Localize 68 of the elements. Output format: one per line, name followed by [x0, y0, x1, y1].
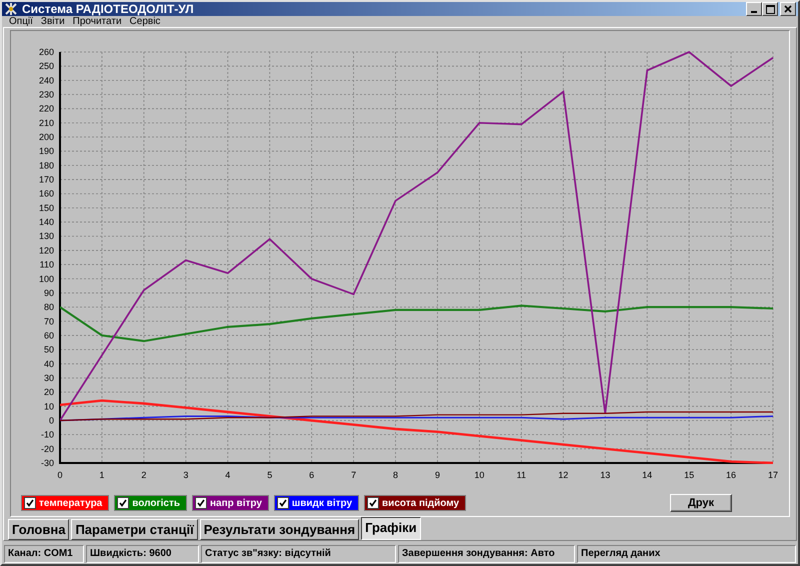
- legend-checkbox[interactable]: напр вітру: [192, 495, 269, 511]
- y-tick-label: 90: [44, 288, 54, 298]
- y-tick-label: 70: [44, 316, 54, 326]
- y-tick-label: 40: [44, 358, 54, 369]
- legend-checkbox[interactable]: вологість: [114, 495, 188, 511]
- window-title: Система РАДІОТЕОДОЛІТ-УЛ: [22, 2, 195, 16]
- y-tick-label: 20: [44, 387, 54, 398]
- legend-checkbox[interactable]: висота підйому: [364, 495, 466, 511]
- x-tick-label: 1: [99, 470, 104, 480]
- x-tick-label: 12: [558, 470, 568, 480]
- x-tick-label: 13: [600, 470, 610, 480]
- tab[interactable]: Результати зондування: [200, 519, 360, 540]
- y-tick-label: 80: [44, 302, 54, 312]
- x-tick-label: 0: [58, 470, 62, 480]
- y-tick-label: 0: [48, 415, 54, 426]
- print-button[interactable]: Друк: [670, 494, 732, 512]
- x-tick-label: 3: [183, 470, 188, 480]
- y-tick-label: 150: [38, 202, 54, 213]
- y-tick-label: 200: [38, 132, 54, 142]
- y-tick-label: -20: [40, 444, 54, 454]
- tab[interactable]: Параметри станції: [71, 519, 198, 540]
- y-tick-label: 170: [38, 174, 54, 185]
- y-tick-label: 30: [44, 372, 54, 383]
- x-tick-label: 5: [267, 470, 272, 480]
- x-tick-label: 9: [434, 470, 440, 480]
- y-tick-label: 130: [38, 231, 54, 242]
- y-tick-label: 250: [38, 61, 54, 72]
- x-tick-label: 7: [351, 470, 356, 480]
- y-tick-label: 100: [38, 274, 54, 284]
- status-field: Швидкість: 9600: [86, 545, 199, 563]
- x-tick-label: 6: [309, 470, 314, 480]
- y-tick-label: -30: [40, 458, 54, 468]
- x-tick-label: 8: [393, 470, 398, 480]
- menu-item[interactable]: Звіти: [36, 16, 69, 27]
- y-tick-label: -10: [40, 430, 54, 440]
- y-tick-label: 60: [44, 330, 54, 340]
- x-tick-label: 4: [225, 470, 230, 480]
- x-tick-label: 10: [474, 470, 484, 480]
- x-tick-label: 14: [642, 470, 652, 480]
- y-tick-label: 240: [38, 75, 54, 86]
- y-tick-label: 50: [44, 344, 54, 355]
- legend-checkbox[interactable]: температура: [21, 495, 110, 511]
- x-tick-label: 16: [726, 470, 736, 480]
- status-field: Статус зв"язку: відсутній: [201, 545, 396, 563]
- y-tick-label: 120: [38, 245, 54, 256]
- x-tick-label: 15: [684, 470, 694, 480]
- y-tick-label: 260: [38, 47, 54, 57]
- tab[interactable]: Головна: [8, 519, 70, 540]
- y-tick-label: 160: [38, 188, 54, 199]
- y-tick-label: 230: [38, 90, 54, 100]
- y-tick-label: 220: [38, 104, 54, 114]
- menu-item[interactable]: Сервіс: [126, 16, 164, 27]
- y-tick-label: 190: [38, 146, 54, 156]
- y-tick-label: 210: [38, 118, 54, 128]
- y-tick-label: 110: [40, 260, 54, 270]
- y-tick-label: 10: [44, 401, 54, 412]
- status-field: Перегляд даних: [577, 545, 796, 563]
- menu-item[interactable]: Прочитати: [68, 16, 126, 27]
- y-tick-label: 140: [38, 217, 54, 228]
- y-tick-label: 180: [38, 160, 54, 170]
- legend-checkbox[interactable]: швидк вітру: [274, 495, 360, 511]
- x-tick-label: 2: [141, 470, 146, 480]
- x-tick-label: 11: [516, 470, 526, 480]
- tab[interactable]: Графіки: [361, 517, 421, 540]
- status-field: Завершення зондування: Авто: [398, 545, 575, 563]
- status-field: Канал: COM1: [4, 545, 84, 563]
- menu-item[interactable]: Опції: [5, 16, 37, 27]
- x-tick-label: 17: [768, 470, 778, 480]
